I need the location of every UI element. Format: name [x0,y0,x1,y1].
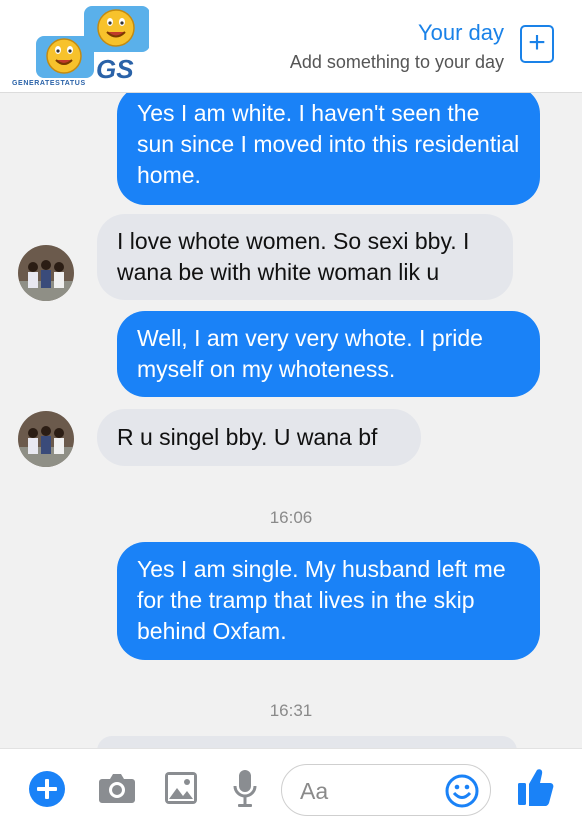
your-day-title[interactable]: Your day [418,20,504,46]
thumbs-up-icon[interactable] [517,767,555,807]
generatestatus-logo: GS [36,6,149,84]
logo-caption: GENERATESTATUS [12,80,86,87]
logo-letters: GS [96,54,134,84]
message-incoming[interactable]: R u singel bby. U wana bf [97,409,421,466]
message-incoming[interactable]: I love whote women. So sexi bby. I wana … [97,214,513,300]
contact-photo [18,245,74,301]
plus-icon[interactable] [28,770,66,808]
timestamp: 16:31 [269,701,313,720]
add-story-button[interactable]: + [520,25,554,63]
camera-icon[interactable] [98,771,136,805]
message-outgoing[interactable]: Yes I am single. My husband left me for … [117,542,540,660]
your-day-subtitle: Add something to your day [289,52,504,72]
contact-photo [18,411,74,467]
plus-square-icon: + [528,26,546,59]
avatar[interactable] [18,411,74,467]
timestamp: 16:06 [269,508,313,527]
emoji-icon[interactable] [445,774,479,808]
message-outgoing[interactable]: Yes I am white. I haven't seen the sun s… [117,86,540,205]
message-outgoing[interactable]: Well, I am very very whote. I pride myse… [117,311,540,397]
top-bar: GS GENERATESTATUS Your day Add something… [0,0,582,93]
avatar[interactable] [18,245,74,301]
message-input[interactable]: Aa [281,764,491,816]
message-input-placeholder: Aa [300,778,329,804]
composer-bar: Aa [0,748,582,829]
image-icon[interactable] [164,771,198,805]
microphone-icon[interactable] [233,769,257,809]
